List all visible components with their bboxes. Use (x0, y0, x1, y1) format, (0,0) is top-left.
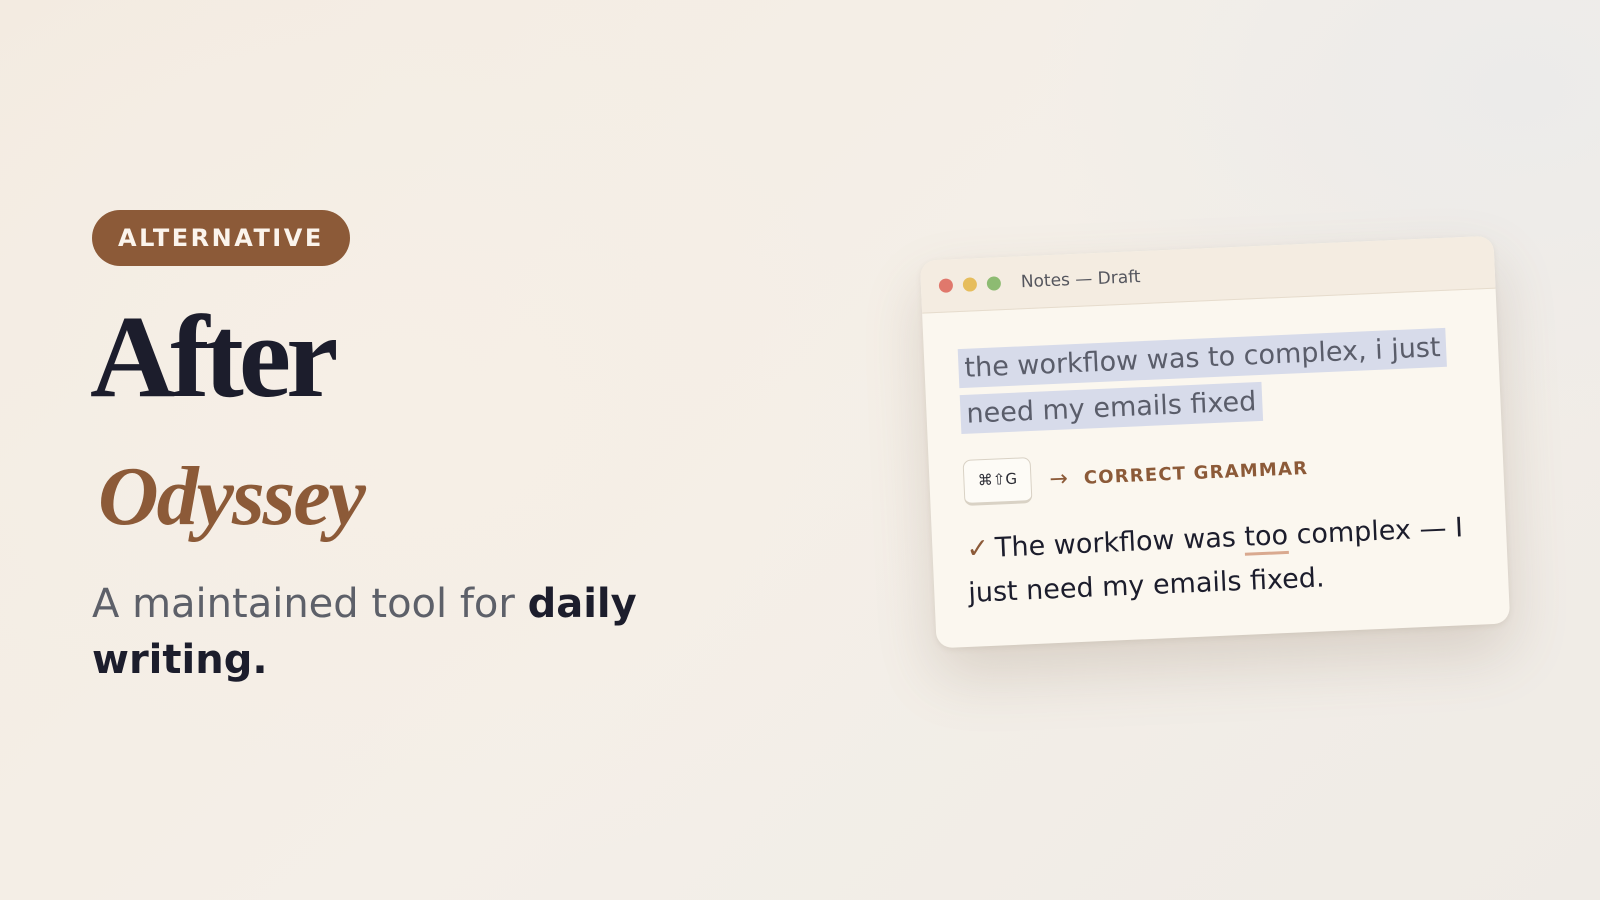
notes-window: Notes — Draft the workflow was to comple… (919, 235, 1511, 649)
shortcut-action-row: ⌘⇧G → CORRECT GRAMMAR (962, 438, 1475, 506)
category-badge: ALTERNATIVE (92, 210, 350, 266)
selected-text-line-2[interactable]: need my emails fixed (959, 381, 1264, 435)
corrected-word: too (1243, 519, 1289, 556)
page-title: After (90, 291, 339, 422)
product-name: Odyssey (98, 450, 366, 543)
window-title: Notes — Draft (1020, 267, 1141, 293)
note-editor[interactable]: the workflow was to complex, i just need… (922, 289, 1509, 618)
checkmark-icon: ✓ (965, 532, 990, 565)
correct-grammar-action: CORRECT GRAMMAR (1083, 457, 1309, 489)
corrected-text-start: The workflow was (994, 521, 1246, 564)
selected-original-text[interactable]: the workflow was to complex, i just need… (957, 324, 1462, 438)
keyboard-shortcut-key: ⌘⇧G (962, 457, 1033, 506)
close-window-button[interactable] (938, 278, 954, 293)
selected-text-line-1[interactable]: the workflow was to complex, i just (957, 327, 1448, 389)
tagline-plain: A maintained tool for (92, 581, 528, 627)
corrected-text[interactable]: ✓ The workflow was too complex — I just n… (966, 505, 1489, 616)
tagline: A maintained tool for daily writing. (92, 576, 692, 688)
arrow-right-icon: → (1048, 465, 1069, 492)
zoom-window-button[interactable] (986, 276, 1002, 291)
minimize-window-button[interactable] (962, 277, 978, 292)
